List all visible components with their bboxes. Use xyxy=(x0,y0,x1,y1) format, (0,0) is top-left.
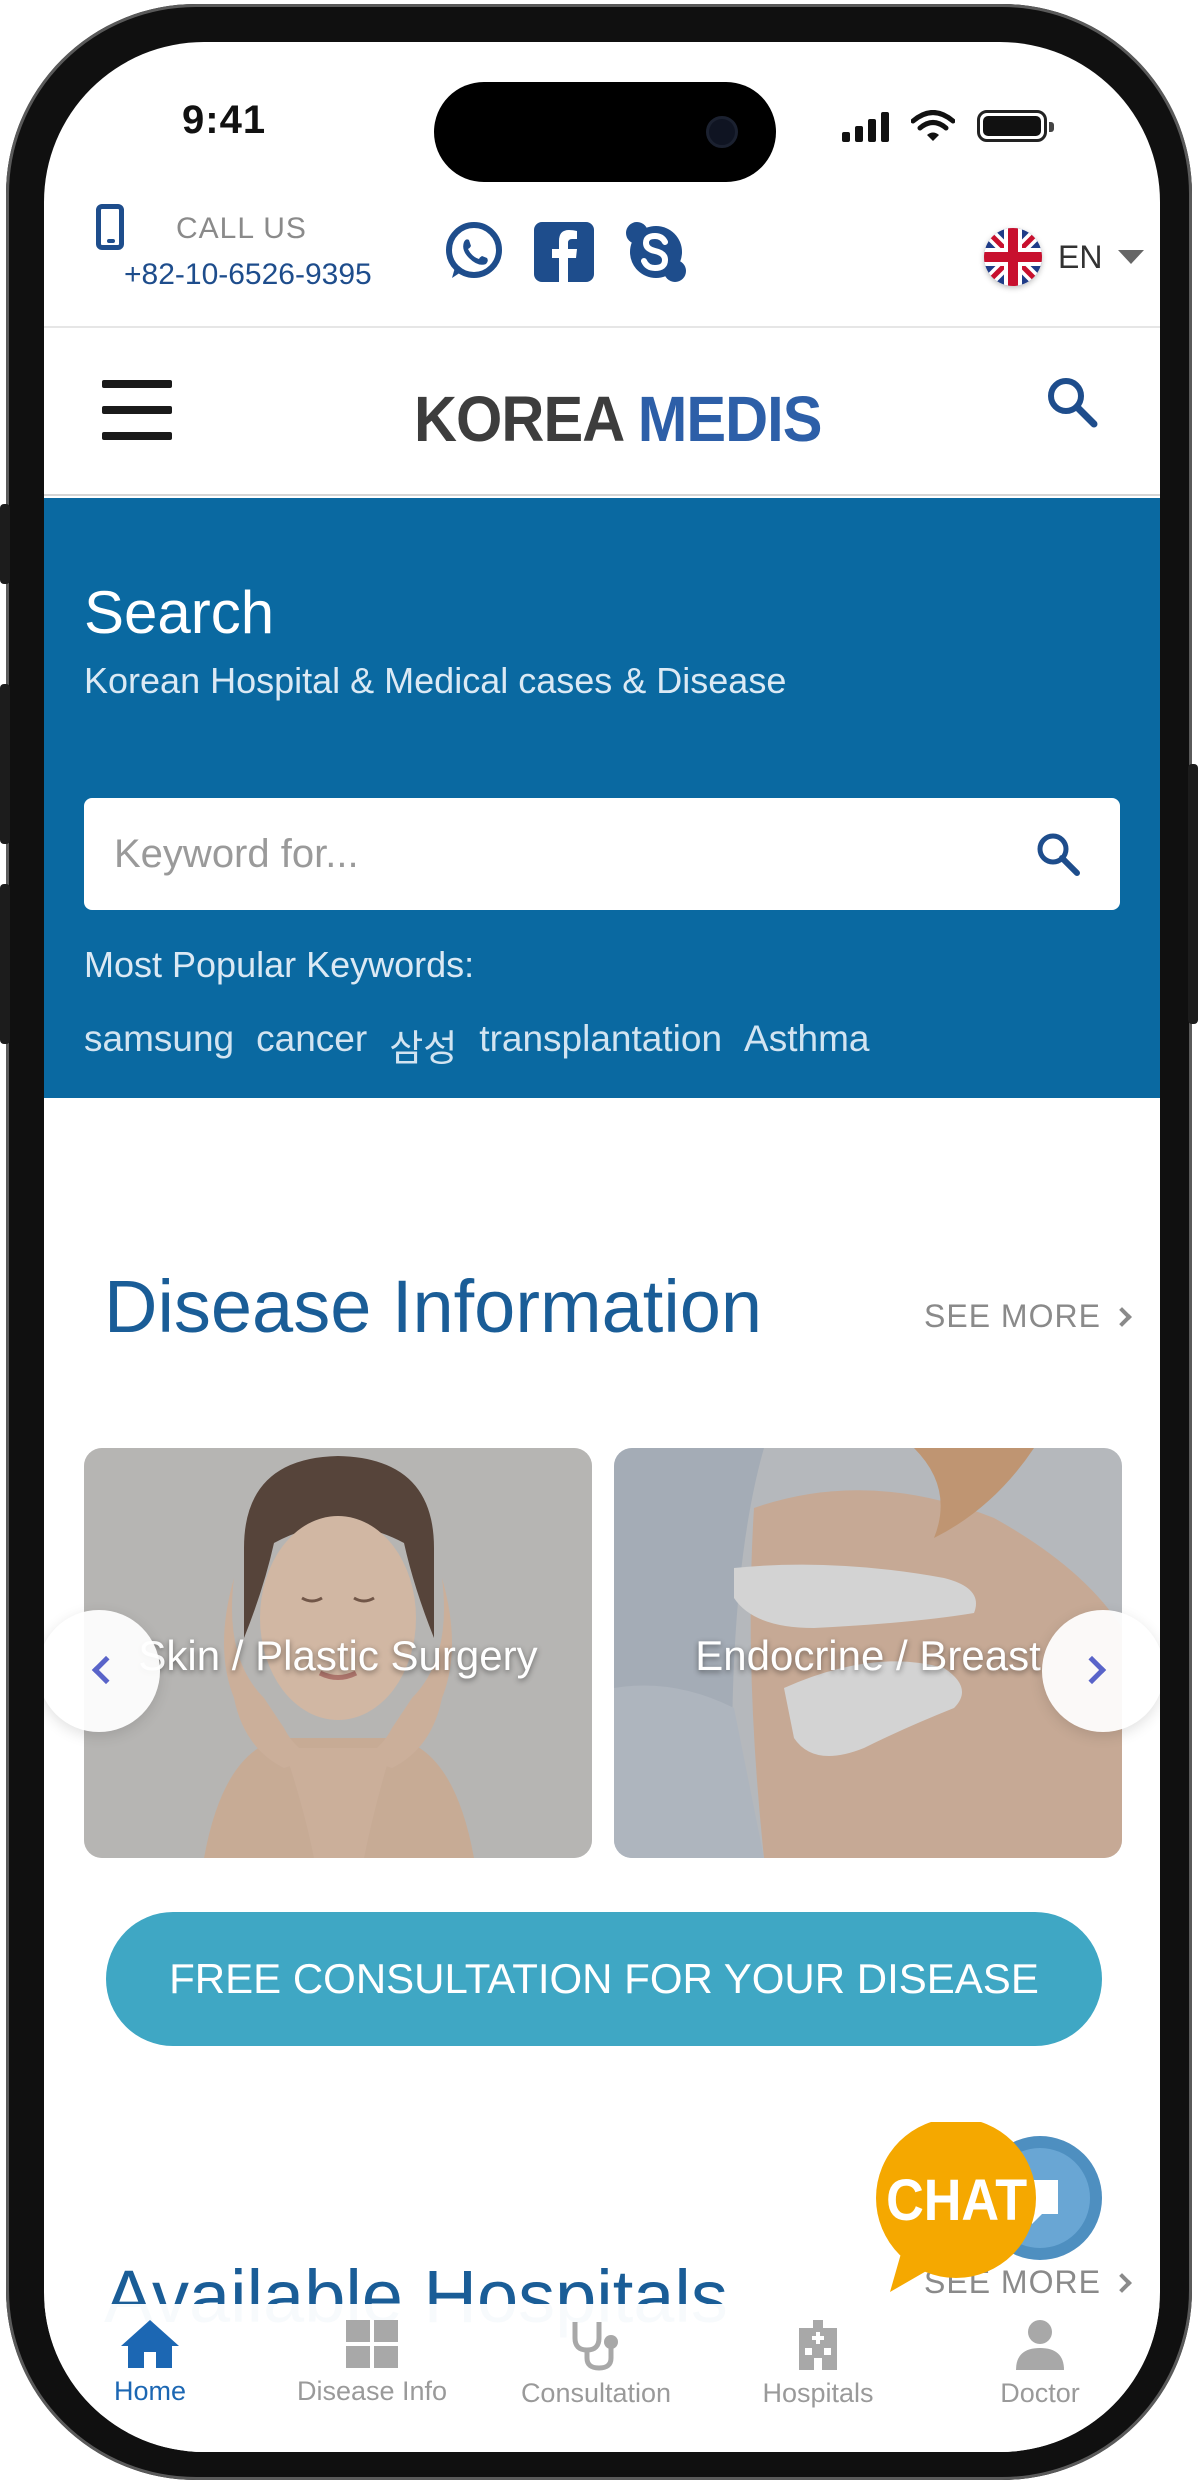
chat-button[interactable]: CHAT xyxy=(872,2118,1108,2302)
search-subtitle: Korean Hospital & Medical cases & Diseas… xyxy=(84,660,787,701)
chevron-left-icon xyxy=(91,1655,121,1685)
uk-flag-icon xyxy=(984,228,1042,286)
doctor-person-icon xyxy=(1016,2320,1064,2370)
call-number-link[interactable]: +82-10-6526-9395 xyxy=(124,258,372,292)
chevron-right-icon xyxy=(1112,1306,1132,1327)
search-input[interactable] xyxy=(84,798,1024,910)
skype-icon[interactable] xyxy=(624,220,688,284)
disease-card-skin[interactable]: Skin / Plastic Surgery xyxy=(84,1448,592,1858)
side-button-mute xyxy=(0,504,10,584)
tab-disease-info[interactable]: Disease Info xyxy=(272,2318,472,2407)
logo-o: O xyxy=(456,383,502,455)
side-button-volume-up xyxy=(0,684,10,844)
side-button-volume-down xyxy=(0,884,10,1044)
popular-keywords-list: samsung cancer 삼성 transplantation Asthma xyxy=(84,1018,869,1072)
free-consultation-button[interactable]: FREE CONSULTATION FOR YOUR DISEASE xyxy=(106,1912,1102,2046)
keyword-link[interactable]: 삼성 xyxy=(389,1018,457,1072)
chevron-right-icon xyxy=(1112,2272,1132,2293)
cellular-signal-icon xyxy=(842,112,889,142)
divider xyxy=(44,494,1160,496)
language-code: EN xyxy=(1058,238,1103,275)
search-icon[interactable] xyxy=(1042,372,1102,432)
tab-label: Hospitals xyxy=(762,2378,874,2408)
search-title: Search xyxy=(84,579,275,646)
grid-icon xyxy=(346,2320,398,2368)
hospital-building-icon xyxy=(799,2320,837,2370)
whatsapp-icon[interactable] xyxy=(442,220,506,284)
keyword-link[interactable]: samsung xyxy=(84,1018,234,1072)
tab-label: Disease Info xyxy=(296,2376,448,2406)
tab-home[interactable]: Home xyxy=(50,2318,250,2407)
home-icon xyxy=(121,2320,179,2368)
chat-label: CHAT xyxy=(886,2167,1027,2232)
tab-label: Doctor xyxy=(1000,2378,1080,2408)
divider xyxy=(44,326,1160,328)
chevron-right-icon xyxy=(1077,1655,1107,1685)
phone-frame: 9:41 CALL US +82-10-6526-9395 EN KOREA M… xyxy=(0,4,1198,2480)
tab-hospitals[interactable]: Hospitals xyxy=(718,2318,918,2409)
disease-card-label: Skin / Plastic Surgery xyxy=(138,1632,538,1679)
bottom-navigation: Home Disease Info Consultation Hospitals… xyxy=(44,2304,1160,2452)
facebook-icon[interactable] xyxy=(532,220,596,284)
search-banner: Search Korean Hospital & Medical cases &… xyxy=(44,498,1160,1098)
tab-label: Consultation xyxy=(520,2378,672,2408)
battery-icon xyxy=(977,110,1054,142)
carousel-next-button[interactable] xyxy=(1042,1610,1160,1732)
camera-icon xyxy=(706,116,738,148)
disease-see-more-link[interactable]: SEE MORE xyxy=(924,1298,1132,1335)
status-icons xyxy=(842,106,1054,142)
dynamic-island xyxy=(434,82,776,182)
status-time: 9:41 xyxy=(182,98,267,142)
side-button-power xyxy=(1188,764,1198,1024)
stethoscope-icon xyxy=(572,2322,618,2371)
keyword-link[interactable]: Asthma xyxy=(744,1018,869,1072)
mobile-phone-icon xyxy=(96,204,124,250)
tab-consultation[interactable]: Consultation xyxy=(496,2318,696,2409)
screen: 9:41 CALL US +82-10-6526-9395 EN KOREA M… xyxy=(44,42,1160,2452)
wifi-icon xyxy=(911,110,955,141)
language-selector[interactable]: EN xyxy=(984,228,1145,286)
contact-bar: CALL US +82-10-6526-9395 EN xyxy=(84,202,1145,342)
tab-doctor[interactable]: Doctor xyxy=(940,2318,1140,2409)
caret-down-icon xyxy=(1118,250,1145,264)
search-submit-icon[interactable] xyxy=(1032,828,1084,880)
korea-medis-logo[interactable]: KOREA MEDIS xyxy=(414,382,822,456)
search-box xyxy=(84,798,1120,910)
tab-label: Home xyxy=(113,2376,187,2406)
popular-keywords-label: Most Popular Keywords: xyxy=(84,944,475,985)
call-us-label: CALL US xyxy=(176,212,307,245)
keyword-link[interactable]: cancer xyxy=(256,1018,367,1072)
keyword-link[interactable]: transplantation xyxy=(479,1018,722,1072)
hamburger-menu-icon[interactable] xyxy=(102,380,172,440)
disease-info-title: Disease Information xyxy=(104,1265,763,1348)
